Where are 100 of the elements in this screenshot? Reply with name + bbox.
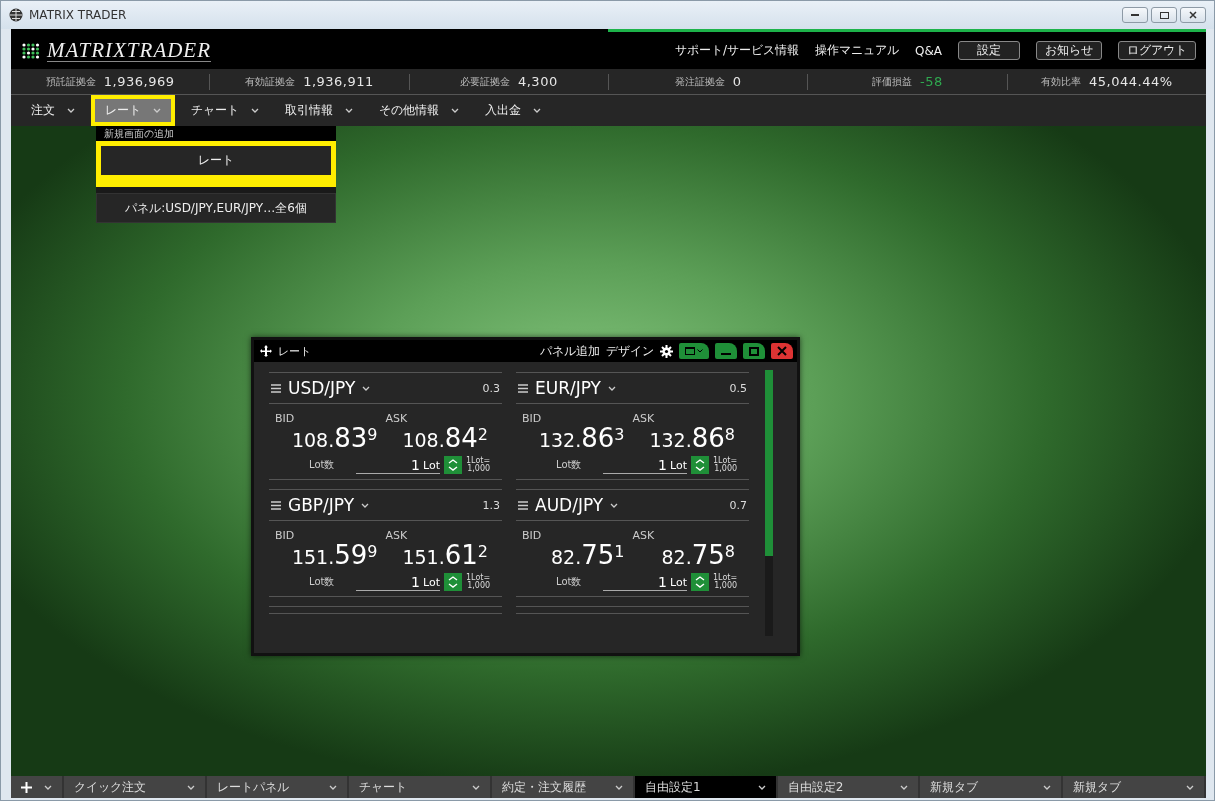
window-title: MATRIX TRADER: [29, 8, 127, 22]
account-label: 発注証拠金: [674, 74, 725, 89]
account-label: 必要証拠金: [459, 74, 510, 89]
caret-icon: [186, 784, 195, 790]
maximize-icon: [1159, 11, 1169, 19]
account-value: 1,936,969: [103, 74, 175, 89]
account-value: 45,044.44%: [1089, 74, 1173, 89]
dropdown-item[interactable]: レート: [96, 141, 336, 187]
caret-icon: [153, 108, 161, 113]
menu-heading: 新規画面の追加: [96, 126, 336, 141]
caret-icon: [1185, 784, 1194, 790]
spread-value: 0.3: [482, 381, 500, 395]
header-link[interactable]: サポート/サービス情報: [674, 42, 799, 59]
lot-size-note: 1,000: [714, 582, 738, 590]
account-label: 預託証拠金: [45, 74, 96, 89]
caret-icon: [608, 385, 616, 391]
caret-icon: [533, 108, 541, 113]
panel-action[interactable]: デザイン: [606, 342, 654, 360]
account-value: 0: [732, 74, 742, 89]
panel-title: レート: [278, 343, 311, 359]
header-link[interactable]: Q&A: [915, 43, 942, 58]
lot-size-note: 1,000: [467, 582, 491, 590]
currency-pair[interactable]: USD/JPY: [288, 378, 356, 398]
header-button[interactable]: お知らせ: [1036, 41, 1102, 60]
header-link[interactable]: 操作マニュアル: [815, 42, 899, 59]
lot-size-note: 1Lot=: [466, 574, 491, 582]
ask-label: ASK: [632, 412, 656, 425]
lot-stepper[interactable]: [444, 456, 462, 474]
lot-size-note: 1Lot=: [713, 457, 738, 465]
menu-icon[interactable]: [271, 383, 281, 393]
account-label: 有効比率: [1041, 74, 1082, 89]
maximize-icon: [749, 346, 759, 356]
lot-stepper[interactable]: [691, 573, 709, 591]
caret-icon: [614, 784, 623, 790]
lot-stepper[interactable]: [444, 573, 462, 591]
panel-action[interactable]: パネル追加: [540, 342, 600, 360]
ask-label: ASK: [385, 412, 409, 425]
bid-label: BID: [522, 529, 543, 542]
caret-icon: [43, 784, 52, 790]
bid-label: BID: [522, 412, 543, 425]
menu-icon[interactable]: [518, 383, 528, 393]
close-icon: [1189, 11, 1197, 19]
close-button[interactable]: [1180, 7, 1206, 23]
scrollbar[interactable]: [765, 370, 773, 636]
up-down-icon: [695, 575, 705, 589]
minimize-button[interactable]: [715, 343, 737, 359]
lot-field[interactable]: 1: [380, 573, 420, 590]
menu-tab[interactable]: 注文: [21, 95, 85, 126]
currency-pair[interactable]: AUD/JPY: [535, 495, 604, 515]
menu-icon[interactable]: [518, 500, 528, 510]
lot-size-note: 1Lot=: [466, 457, 491, 465]
lot-unit: Lot: [423, 458, 440, 473]
lot-label: Lot数: [309, 458, 336, 472]
lot-unit: Lot: [423, 575, 440, 590]
header-button[interactable]: 設定: [958, 41, 1020, 60]
up-down-icon: [448, 458, 458, 472]
menu-tab[interactable]: 入出金: [475, 95, 551, 126]
currency-pair[interactable]: GBP/JPY: [288, 495, 355, 515]
caret-icon: [900, 784, 909, 790]
currency-pair[interactable]: EUR/JPY: [535, 378, 601, 398]
caret-icon: [1043, 784, 1052, 790]
lot-field[interactable]: 1: [380, 456, 420, 473]
menu-tab[interactable]: 取引情報: [275, 95, 363, 126]
maximize-button[interactable]: [743, 343, 765, 359]
account-value: 1,936,911: [303, 74, 374, 89]
lot-unit: Lot: [670, 458, 687, 473]
account-label: 有効証拠金: [245, 74, 296, 89]
lot-label: Lot数: [309, 575, 336, 589]
spread-value: 1.3: [482, 498, 500, 512]
window-icon: [685, 347, 695, 355]
move-icon[interactable]: [260, 345, 272, 357]
spread-value: 0.5: [729, 381, 747, 395]
caret-icon: [757, 784, 766, 790]
header-button[interactable]: ログアウト: [1118, 41, 1196, 60]
lot-field[interactable]: 1: [627, 456, 667, 473]
scroll-thumb[interactable]: [765, 370, 773, 556]
bottom-tab[interactable]: 自由設定1: [634, 776, 778, 798]
caret-icon: [251, 108, 259, 113]
lot-label: Lot数: [556, 575, 583, 589]
bid-label: BID: [275, 529, 296, 542]
maximize-button[interactable]: [1151, 7, 1177, 23]
settings-icon[interactable]: [660, 344, 673, 358]
globe-icon: [9, 8, 23, 22]
menu-icon[interactable]: [271, 500, 281, 510]
lot-stepper[interactable]: [691, 456, 709, 474]
caret-icon: [361, 502, 370, 508]
lot-field[interactable]: 1: [627, 573, 667, 590]
up-down-icon: [448, 575, 458, 589]
lot-unit: Lot: [670, 575, 687, 590]
layout-button[interactable]: [679, 343, 709, 359]
minimize-button[interactable]: [1122, 7, 1148, 23]
caret-icon: [362, 385, 371, 391]
menu-tab[interactable]: チャート: [181, 95, 269, 126]
plus-icon: [21, 781, 32, 793]
menu-tab[interactable]: その他情報: [369, 95, 469, 126]
minimize-icon: [1131, 13, 1139, 17]
dropdown-item[interactable]: パネル:USD/JPY,EUR/JPY…全6個: [96, 193, 336, 223]
menu-tab[interactable]: レート: [91, 95, 175, 126]
caret-icon: [472, 784, 481, 790]
spread-value: 0.7: [729, 498, 747, 512]
